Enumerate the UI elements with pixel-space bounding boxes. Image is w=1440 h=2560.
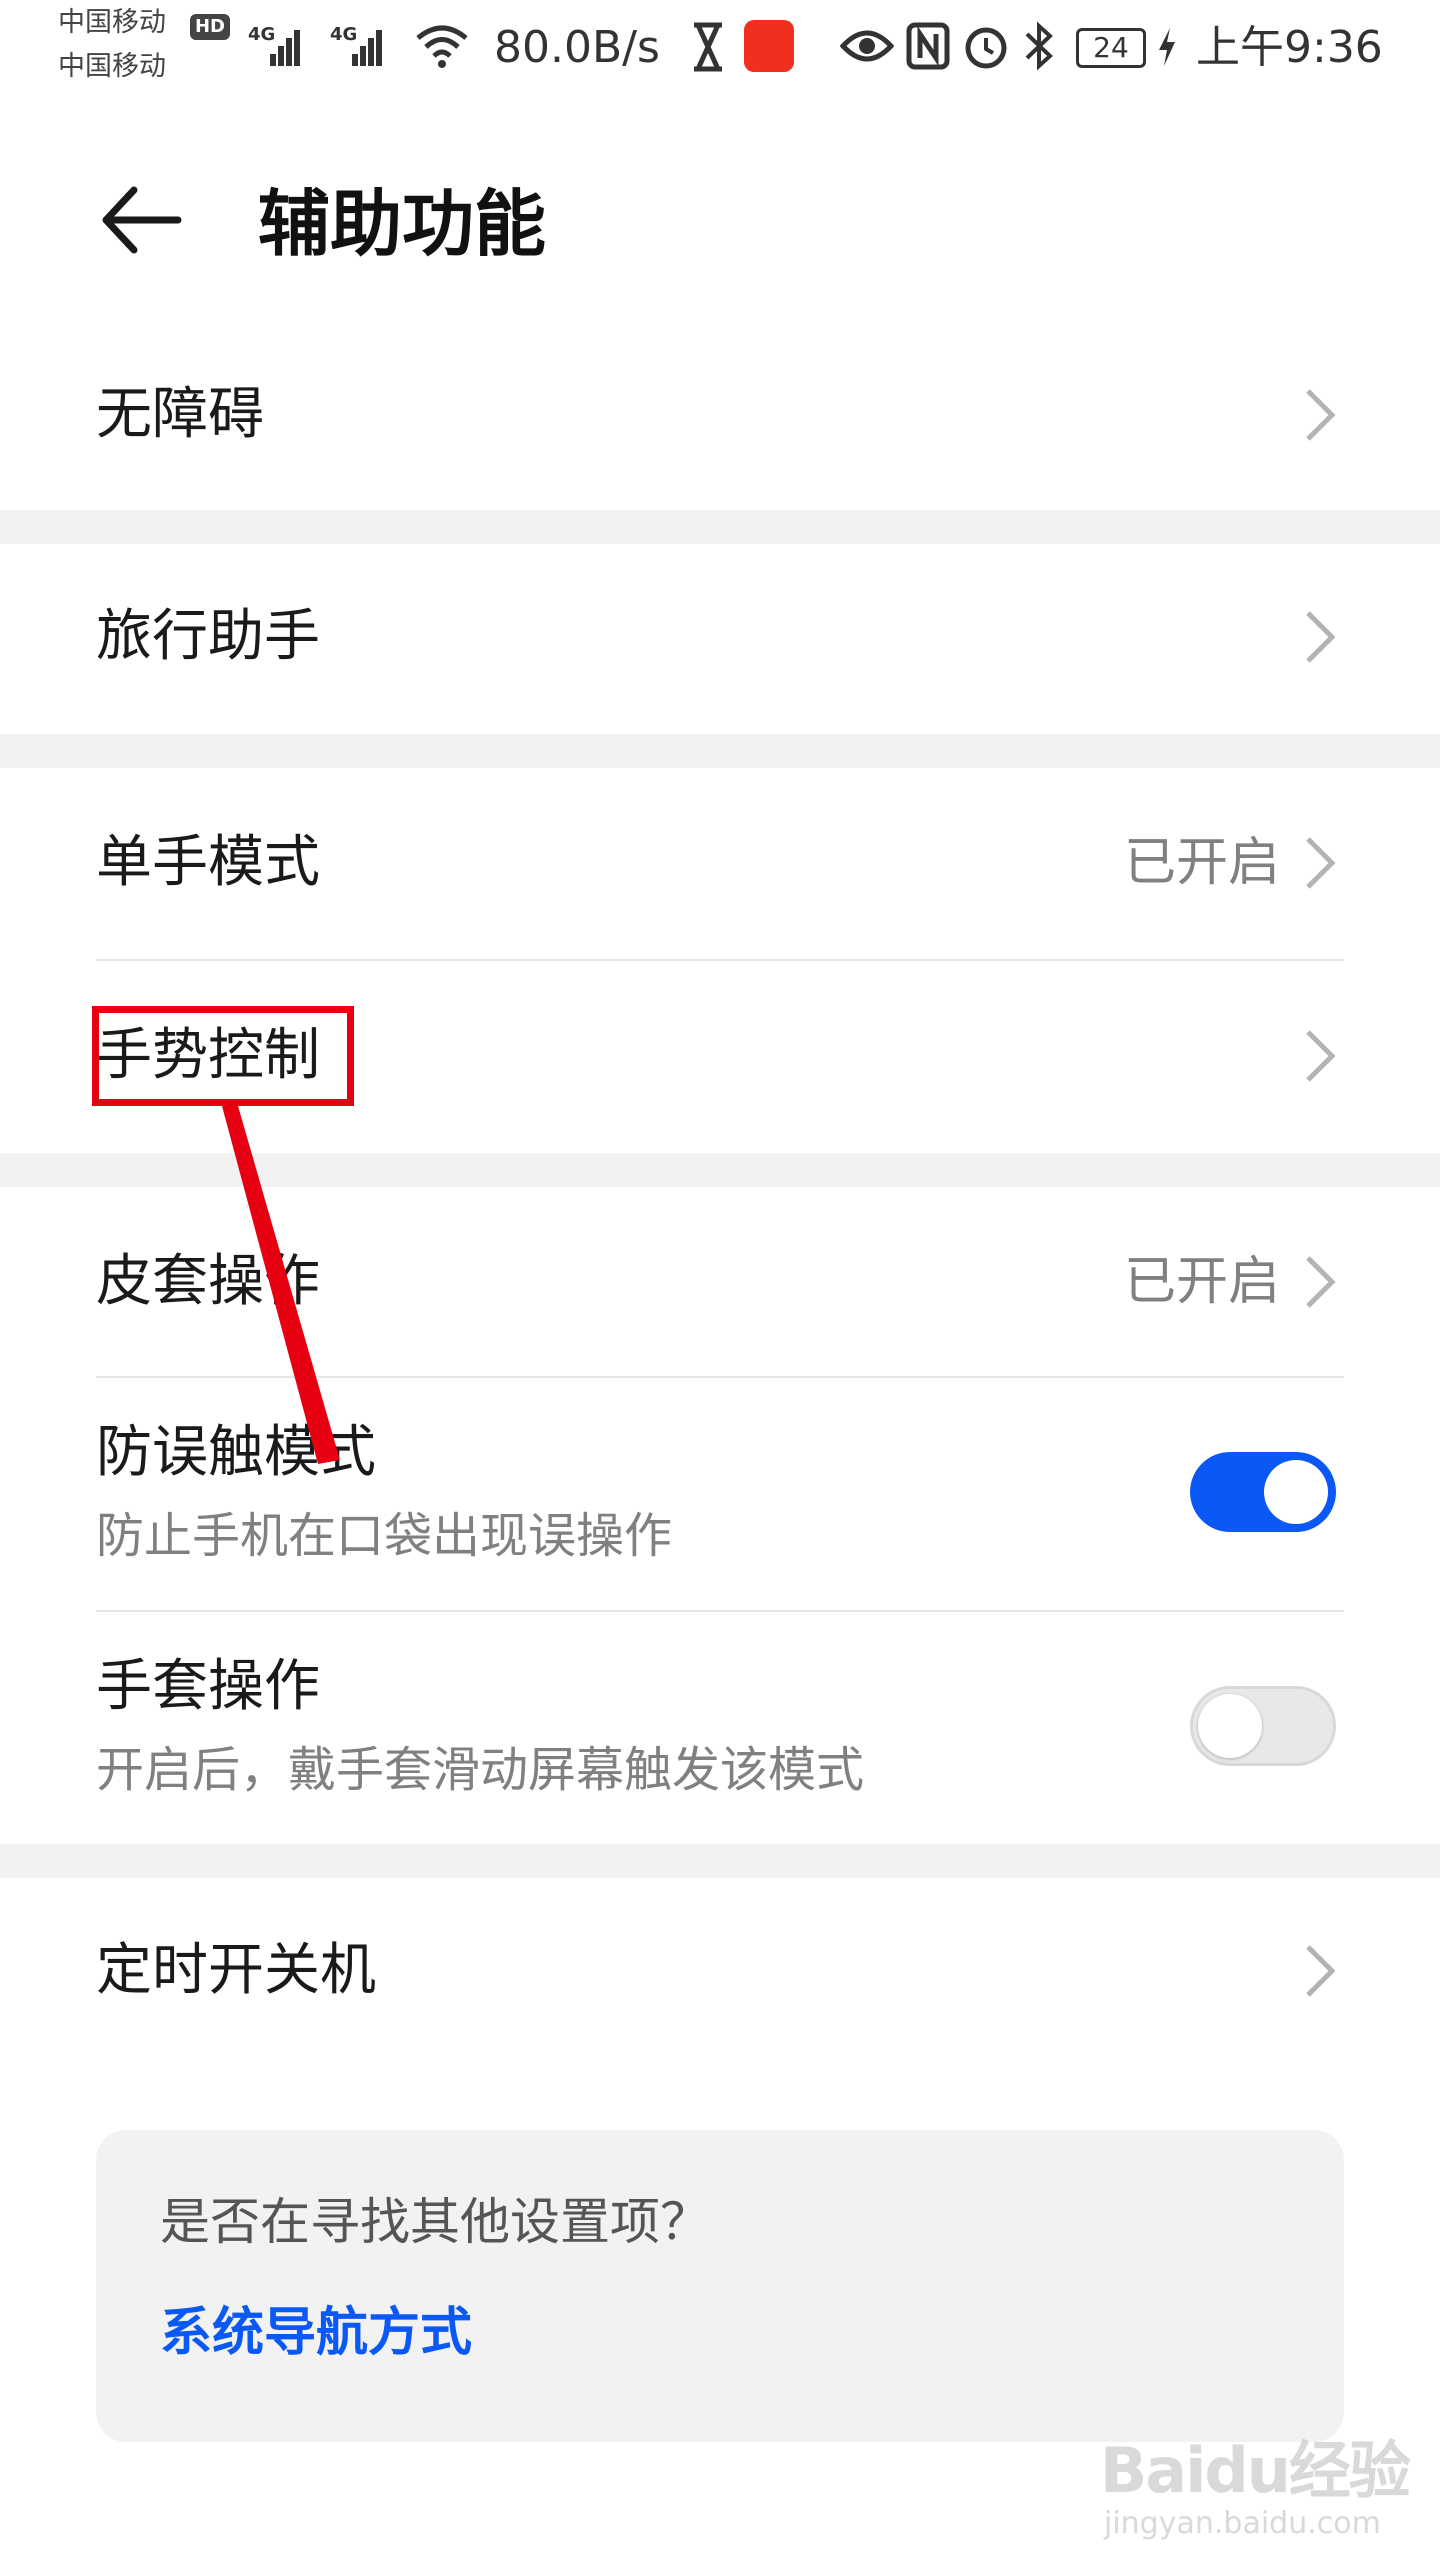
annotation-highlight-box bbox=[92, 1006, 354, 1106]
carrier-1: 中国移动 bbox=[58, 7, 166, 38]
bluetooth-icon bbox=[1025, 21, 1053, 71]
carrier-2: 中国移动 bbox=[58, 51, 166, 82]
watermark-brand: Baidu经验 bbox=[1100, 2434, 1411, 2507]
row-label: 定时开关机 bbox=[96, 1938, 376, 2003]
row-description: 开启后，戴手套滑动屏幕触发该模式 bbox=[96, 1742, 865, 1798]
row-cover-operation[interactable]: 皮套操作 已开启 bbox=[0, 1187, 1440, 1377]
nfc-icon bbox=[906, 22, 950, 70]
group-separator bbox=[0, 1153, 1440, 1187]
hourglass-icon bbox=[694, 22, 722, 72]
battery-icon: 24 bbox=[1076, 28, 1146, 68]
glove-mode-toggle[interactable] bbox=[1190, 1686, 1336, 1766]
group-separator bbox=[0, 1844, 1440, 1878]
chevron-right-icon bbox=[1306, 1030, 1336, 1082]
arrow-left-icon[interactable] bbox=[94, 170, 194, 270]
hd-badge: HD bbox=[190, 14, 230, 40]
row-status: 已开启 bbox=[1123, 1252, 1280, 1312]
baidu-watermark: Baidu经验 jingyan.baidu.com bbox=[1100, 2420, 1420, 2550]
row-scheduled-power[interactable]: 定时开关机 bbox=[0, 1878, 1440, 2068]
row-label: 防误触模式 bbox=[96, 1420, 376, 1485]
group-separator bbox=[0, 510, 1440, 544]
row-label: 旅行助手 bbox=[96, 604, 320, 669]
chevron-right-icon bbox=[1306, 389, 1336, 441]
row-pocket-mode: 防误触模式 防止手机在口袋出现误操作 bbox=[0, 1378, 1440, 1610]
row-label: 手套操作 bbox=[96, 1654, 320, 1719]
pocket-mode-toggle[interactable] bbox=[1190, 1452, 1336, 1532]
eye-icon bbox=[840, 30, 894, 62]
signal-icon: 4G bbox=[248, 18, 300, 66]
row-glove-mode: 手套操作 开启后，戴手套滑动屏幕触发该模式 bbox=[0, 1612, 1440, 1844]
row-label: 无障碍 bbox=[96, 382, 264, 447]
row-travel-assistant[interactable]: 旅行助手 bbox=[0, 544, 1440, 734]
chevron-right-icon bbox=[1306, 1945, 1336, 1997]
row-status: 已开启 bbox=[1123, 833, 1280, 893]
page-title: 辅助功能 bbox=[258, 182, 547, 266]
network-speed: 80.0B/s bbox=[494, 22, 660, 73]
row-one-hand-mode[interactable]: 单手模式 已开启 bbox=[0, 768, 1440, 960]
suggestion-card: 是否在寻找其他设置项？ 系统导航方式 bbox=[96, 2130, 1344, 2442]
app-header: 辅助功能 bbox=[0, 120, 1440, 300]
wifi-icon bbox=[416, 25, 468, 68]
row-label: 单手模式 bbox=[96, 830, 320, 895]
row-label: 皮套操作 bbox=[96, 1249, 320, 1314]
watermark-url: jingyan.baidu.com bbox=[1104, 2506, 1381, 2541]
system-navigation-link[interactable]: 系统导航方式 bbox=[160, 2300, 472, 2366]
signal-icon: 4G bbox=[330, 18, 382, 66]
bank-app-icon bbox=[744, 20, 794, 72]
chevron-right-icon bbox=[1306, 1256, 1336, 1308]
row-accessibility[interactable]: 无障碍 bbox=[0, 320, 1440, 510]
clock: 上午9:36 bbox=[1196, 22, 1383, 73]
chevron-right-icon bbox=[1306, 611, 1336, 663]
group-separator bbox=[0, 734, 1440, 768]
status-bar: 中国移动 中国移动 HD 4G 4G 80.0B/s 24 上午9:36 bbox=[0, 0, 1440, 100]
suggestion-question: 是否在寻找其他设置项？ bbox=[160, 2193, 710, 2251]
alarm-icon bbox=[965, 27, 1007, 69]
row-description: 防止手机在口袋出现误操作 bbox=[96, 1508, 673, 1564]
charging-icon bbox=[1159, 28, 1175, 66]
chevron-right-icon bbox=[1306, 837, 1336, 889]
